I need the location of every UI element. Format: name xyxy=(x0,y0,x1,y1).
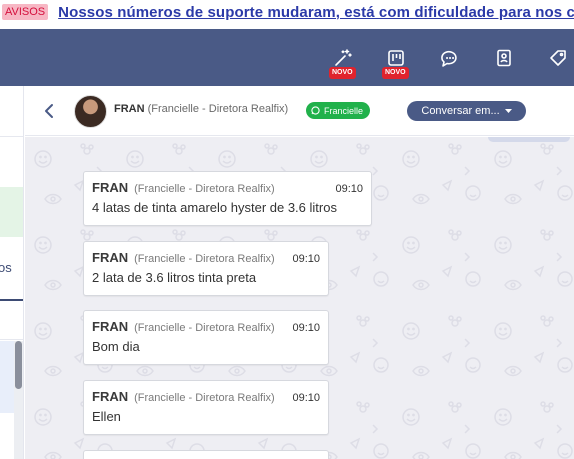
divider xyxy=(0,136,23,137)
message-sender-detail: (Francielle - Diretora Realfix) xyxy=(134,322,275,334)
tab-label[interactable]: os xyxy=(0,260,12,275)
message-bubble[interactable]: FRAN (Francielle - Diretora Realfix) 09:… xyxy=(83,380,329,435)
message-sender: FRAN xyxy=(92,319,129,334)
chevron-down-icon xyxy=(504,108,512,113)
message-time: 09:10 xyxy=(335,183,363,195)
message-text: 4 latas de tinta amarelo hyster de 3.6 l… xyxy=(92,200,337,215)
highlighted-list-item[interactable] xyxy=(0,187,23,237)
message-sender: FRAN xyxy=(92,250,129,265)
scrollbar-thumb[interactable] xyxy=(15,341,22,389)
channel-tag-label: Francielle xyxy=(324,105,364,116)
announcement-link[interactable]: Nossos números de suporte mudaram, está … xyxy=(58,4,574,21)
message-sender-detail: (Francielle - Diretora Realfix) xyxy=(134,183,275,195)
message-text: Ellen xyxy=(92,409,121,424)
message-bubble[interactable]: FRAN (Francielle - Diretora Realfix) 09:… xyxy=(83,241,329,296)
divider xyxy=(0,339,23,340)
message-text: Bom dia xyxy=(92,339,140,354)
back-arrow-icon[interactable] xyxy=(41,101,59,121)
active-tab-indicator xyxy=(0,299,23,301)
new-badge: NOVO xyxy=(382,67,409,79)
message-sender: FRAN xyxy=(92,389,129,404)
chat-header: FRAN (Francielle - Diretora Realfix) Fra… xyxy=(25,86,574,136)
avatar[interactable] xyxy=(74,95,107,128)
contact-card-icon[interactable] xyxy=(492,46,516,70)
conversar-em-label: Conversar em... xyxy=(421,105,500,117)
chat-messages-area[interactable]: FRAN (Francielle - Diretora Realfix) 09:… xyxy=(25,137,574,459)
message-time: 09:10 xyxy=(292,253,320,265)
tag-icon[interactable] xyxy=(546,46,570,70)
message-text: 2 lata de 3.6 litros tinta preta xyxy=(92,270,257,285)
conversation-list-panel: os xyxy=(0,86,24,459)
message-sender-detail: (Francielle - Diretora Realfix) xyxy=(134,392,275,404)
whatsapp-icon xyxy=(311,106,320,115)
message-bubble[interactable]: FRAN (Francielle - Diretora Realfix) 09:… xyxy=(83,171,372,226)
contact-name-primary: FRAN xyxy=(114,103,145,115)
message-bubble[interactable] xyxy=(83,450,329,459)
message-time: 09:10 xyxy=(292,392,320,404)
message-sender-detail: (Francielle - Diretora Realfix) xyxy=(134,253,275,265)
channel-tag[interactable]: Francielle xyxy=(306,102,371,119)
previous-message-stub xyxy=(488,137,570,142)
message-time: 09:10 xyxy=(292,322,320,334)
top-navigation: NOVO NOVO xyxy=(0,29,574,86)
announcement-badge: AVISOS xyxy=(2,4,49,20)
announcement-bar: AVISOS Nossos números de suporte mudaram… xyxy=(0,0,574,24)
conversar-em-dropdown[interactable]: Conversar em... xyxy=(407,101,526,121)
message-bubble[interactable]: FRAN (Francielle - Diretora Realfix) 09:… xyxy=(83,310,329,365)
chat-bubbles-icon[interactable] xyxy=(438,46,462,70)
message-sender: FRAN xyxy=(92,180,129,195)
contact-name: FRAN (Francielle - Diretora Realfix) xyxy=(114,103,288,115)
contact-subtitle: (Francielle - Diretora Realfix) xyxy=(147,103,289,115)
new-badge: NOVO xyxy=(329,67,356,79)
